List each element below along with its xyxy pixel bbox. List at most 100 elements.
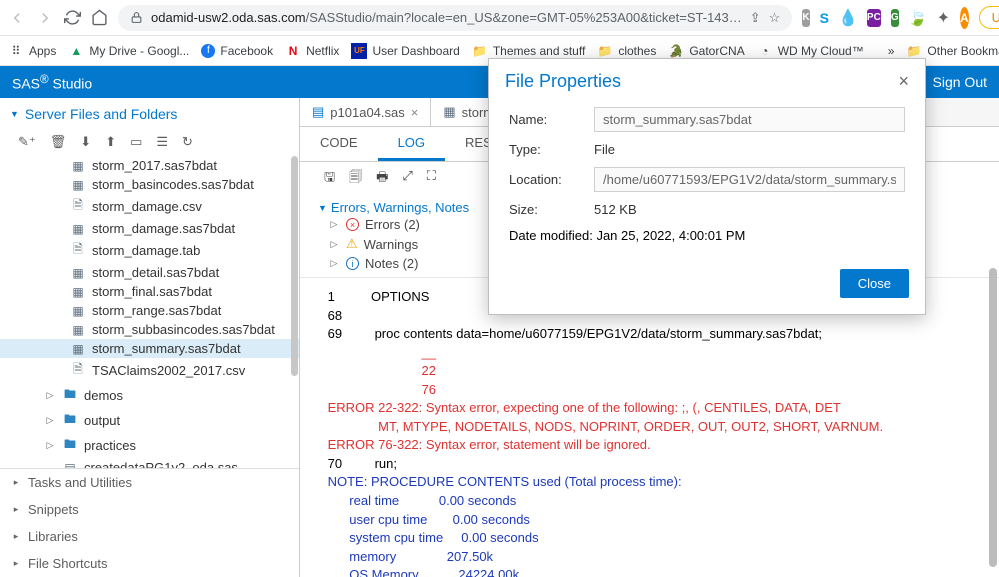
popout-icon[interactable]: ⤢ [402,168,412,190]
ext-drop-icon[interactable]: 💧 [839,9,857,27]
bm-overflow[interactable]: » [888,44,895,58]
chevron-down-icon: ▼ [10,109,19,119]
ext-pc-icon[interactable]: PC [867,9,881,27]
subtab-code[interactable]: CODE [300,127,378,161]
sidebar-toolbar: ✎⁺ 🗑 ⬇ ⬆ ▭ ☰ ↻ [0,130,299,156]
folder-item[interactable]: ▷🖿demos [0,383,299,408]
folder-icon: 🖿 [62,385,78,406]
file-tree: ▦storm_2017.sas7bdat▦storm_basincodes.sa… [0,156,299,468]
upload-icon[interactable]: ⬆ [105,134,116,150]
update-button[interactable]: Update [979,6,999,29]
sidebar-section[interactable]: ▸Libraries [0,523,299,550]
sign-out-link[interactable]: Sign Out [933,74,987,90]
expand-icon[interactable]: ⛶ [427,168,436,190]
delete-icon[interactable]: 🗑 [50,134,67,150]
file-item[interactable]: ▦storm_2017.sas7bdat [0,156,299,175]
bm-netflix[interactable]: NNetflix [285,43,339,59]
close-icon[interactable]: × [411,105,419,120]
ext-s-icon[interactable]: S [820,9,829,27]
bm-dashboard[interactable]: UFUser Dashboard [351,43,459,59]
file-item[interactable]: ▦storm_damage.sas7bdat [0,219,299,238]
close-icon[interactable]: × [898,71,909,92]
file-item[interactable]: ▦storm_basincodes.sas7bdat [0,175,299,194]
file-item[interactable]: ▦storm_final.sas7bdat [0,282,299,301]
file-icon: ▦ [70,159,86,173]
uf-icon: UF [351,43,367,59]
folder-icon: 📁 [906,43,922,59]
scrollbar[interactable] [291,156,298,376]
refresh-icon[interactable]: ↻ [182,134,193,150]
drive-icon: ▲ [68,43,84,59]
star-icon[interactable]: ☆ [769,10,781,26]
new-icon[interactable]: ✎⁺ [18,134,36,150]
reload-icon[interactable] [64,9,81,26]
wd-icon: ◔ [757,43,773,59]
folder-icon: 📁 [597,43,613,59]
print-icon[interactable]: 🖶 [376,168,388,190]
bm-clothes[interactable]: 📁clothes [597,43,656,59]
folder-item[interactable]: ▷🖿output [0,408,299,433]
scrollbar[interactable] [989,268,997,567]
file-item[interactable]: 🗎storm_damage.tab [0,238,299,263]
log-output[interactable]: 1 OPTIONS 68 69 proc contents data=home/… [300,278,999,577]
file-item[interactable]: ▦storm_detail.sas7bdat [0,263,299,282]
apps-button[interactable]: ⠿Apps [8,43,56,59]
modified-value: Jan 25, 2022, 4:00:01 PM [596,228,745,243]
file-icon: 🗎 [70,240,86,261]
bm-other[interactable]: 📁Other Bookmarks [906,43,999,59]
ext-g-icon[interactable]: G [891,9,899,27]
ext-k-icon[interactable]: K [802,9,809,27]
folder-item[interactable]: ▷🖿practices [0,433,299,458]
bm-drive[interactable]: ▲My Drive - Googl... [68,43,189,59]
sidebar-section[interactable]: ▸File Shortcuts [0,550,299,577]
properties-icon[interactable]: ☰ [156,134,168,150]
info-icon: i [346,257,359,270]
file-icon: ▤ [62,461,78,469]
file-item[interactable]: 🗎TSAClaims2002_2017.csv [0,358,299,383]
file-item[interactable]: 🗎storm_damage.csv [0,194,299,219]
apps-icon: ⠿ [8,43,24,59]
sidebar: ▼ Server Files and Folders ✎⁺ 🗑 ⬇ ⬆ ▭ ☰ … [0,98,300,577]
file-item[interactable]: ▦storm_range.sas7bdat [0,301,299,320]
sidebar-sections: ▸Tasks and Utilities▸Snippets▸Libraries▸… [0,468,299,577]
sas-file-icon: ▤ [312,104,324,120]
expand-icon: ▷ [44,390,56,401]
close-button[interactable]: Close [840,269,909,298]
bm-wd[interactable]: ◔WD My Cloud™ [757,43,864,59]
bm-gator[interactable]: 🐊GatorCNA [668,43,744,59]
file-item[interactable]: ▦storm_subbasincodes.sas7bdat [0,320,299,339]
expand-icon: ▷ [44,415,56,426]
name-label: Name: [509,112,594,127]
copy-icon[interactable]: 🗐 [349,168,362,190]
back-icon[interactable] [8,9,26,27]
new-folder-icon[interactable]: ▭ [130,134,142,150]
sidebar-section[interactable]: ▸Snippets [0,496,299,523]
panel-server-files[interactable]: ▼ Server Files and Folders [0,98,299,130]
netflix-icon: N [285,43,301,59]
file-icon: ▦ [70,342,86,356]
chevron-down-icon: ▼ [318,203,327,213]
file-item[interactable]: ▤createdataPG1v2_oda.sas [0,458,299,468]
bm-themes[interactable]: 📁Themes and stuff [472,43,586,59]
sidebar-section[interactable]: ▸Tasks and Utilities [0,469,299,496]
extensions-icon[interactable]: ✦ [937,8,950,28]
ext-leaf-icon[interactable]: 🍃 [909,9,927,27]
file-item[interactable]: ▦storm_summary.sas7bdat [0,339,299,358]
name-field[interactable] [594,107,905,132]
browser-toolbar: odamid-usw2.oda.sas.com/SASStudio/main?l… [0,0,999,36]
save-log-icon[interactable]: 🖫 [324,168,335,190]
url-bar[interactable]: odamid-usw2.oda.sas.com/SASStudio/main?l… [118,5,792,31]
folder-icon: 🖿 [62,410,78,431]
forward-icon[interactable] [36,9,54,27]
share-icon[interactable]: ⇪ [750,10,761,26]
tab-p101a04[interactable]: ▤p101a04.sas× [300,98,431,126]
subtab-log[interactable]: LOG [378,127,445,161]
expand-icon: ▷ [44,440,56,451]
download-icon[interactable]: ⬇ [80,134,91,150]
bm-facebook[interactable]: fFacebook [201,44,273,58]
home-icon[interactable] [91,9,108,26]
location-field[interactable] [594,167,905,192]
avatar[interactable]: A [960,7,969,29]
facebook-icon: f [201,44,215,58]
expand-icon: ▷ [328,239,340,250]
